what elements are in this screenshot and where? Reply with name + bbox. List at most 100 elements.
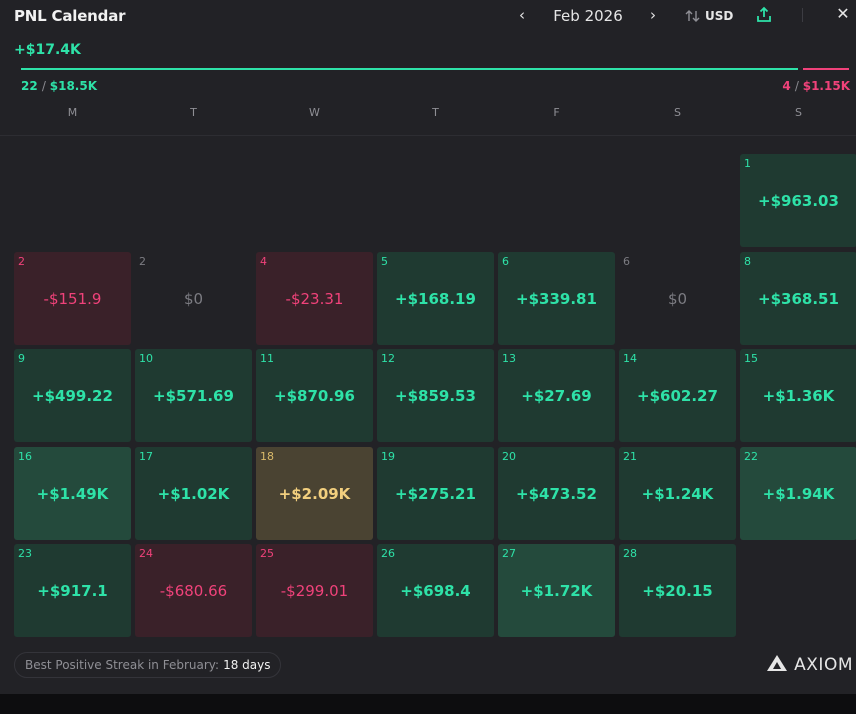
share-upload-icon[interactable] (754, 5, 774, 25)
day-cell[interactable]: 28 +$20.15 (619, 544, 736, 637)
day-cell[interactable]: 24 -$680.66 (135, 544, 252, 637)
positive-days-count: 22 (21, 79, 38, 93)
day-cell[interactable]: 19 +$275.21 (377, 447, 494, 540)
day-number: 23 (18, 547, 32, 560)
day-pnl-value: -$23.31 (285, 290, 344, 308)
weekday-label: W (309, 106, 320, 119)
weekday-label: M (67, 106, 78, 119)
day-pnl-value: $0 (183, 290, 204, 308)
day-number: 26 (381, 547, 395, 560)
header-separator (0, 135, 856, 136)
day-cell[interactable]: 13 +$27.69 (498, 349, 615, 442)
day-cell[interactable]: 15 +$1.36K (740, 349, 856, 442)
day-number: 27 (502, 547, 516, 560)
negative-days-count: 4 (782, 79, 791, 93)
day-pnl-value: +$698.4 (400, 582, 471, 600)
day-number: 16 (18, 450, 32, 463)
day-cell[interactable]: 17 +$1.02K (135, 447, 252, 540)
day-cell[interactable]: 1 +$963.03 (740, 154, 856, 247)
day-number: 13 (502, 352, 516, 365)
month-label: Feb 2026 (553, 7, 623, 25)
positive-days-stats: 22 / $18.5K (21, 79, 98, 93)
day-pnl-value: +$339.81 (516, 290, 597, 308)
day-number: 5 (381, 255, 388, 268)
day-cell[interactable]: 25 -$299.01 (256, 544, 373, 637)
negative-days-amount: $1.15K (802, 79, 850, 93)
day-pnl-value: +$499.22 (32, 387, 113, 405)
weekday-label: T (190, 106, 197, 119)
day-pnl-value: -$299.01 (280, 582, 349, 600)
day-number: 2 (18, 255, 25, 268)
day-cell[interactable]: 10 +$571.69 (135, 349, 252, 442)
day-cell[interactable]: 12 +$859.53 (377, 349, 494, 442)
day-number: 10 (139, 352, 153, 365)
day-cell[interactable]: 27 +$1.72K (498, 544, 615, 637)
day-pnl-value: +$20.15 (642, 582, 713, 600)
streak-value: 18 days (223, 658, 271, 672)
close-icon[interactable]: ✕ (834, 4, 852, 26)
day-number: 19 (381, 450, 395, 463)
weekday-label: T (432, 106, 439, 119)
negative-days-stats: 4 / $1.15K (782, 79, 850, 93)
day-pnl-value: +$1.49K (36, 485, 109, 503)
day-pnl-value: +$1.72K (520, 582, 593, 600)
day-pnl-value: +$368.51 (758, 290, 839, 308)
day-number: 22 (744, 450, 758, 463)
day-number: 4 (260, 255, 267, 268)
day-cell[interactable]: 21 +$1.24K (619, 447, 736, 540)
weekday-label: F (553, 106, 560, 119)
chevron-right-icon[interactable]: › (644, 6, 662, 26)
best-streak-badge: Best Positive Streak in February: 18 day… (14, 652, 282, 678)
day-number: 8 (744, 255, 751, 268)
day-cell[interactable]: 11 +$870.96 (256, 349, 373, 442)
day-cell[interactable]: 9 +$499.22 (14, 349, 131, 442)
day-number: 25 (260, 547, 274, 560)
day-number: 14 (623, 352, 637, 365)
day-cell[interactable]: 14 +$602.27 (619, 349, 736, 442)
day-number: 9 (18, 352, 25, 365)
day-number: 20 (502, 450, 516, 463)
day-cell[interactable]: 16 +$1.49K (14, 447, 131, 540)
day-cell[interactable]: 26 +$698.4 (377, 544, 494, 637)
day-number: 17 (139, 450, 153, 463)
day-cell[interactable]: 5 +$168.19 (377, 252, 494, 345)
day-number: 2 (139, 255, 146, 268)
day-number: 15 (744, 352, 758, 365)
day-pnl-value: +$571.69 (153, 387, 234, 405)
day-cell[interactable]: 2 $0 (135, 252, 252, 345)
day-pnl-value: +$275.21 (395, 485, 476, 503)
day-cell[interactable]: 2 -$151.9 (14, 252, 131, 345)
sort-arrows-icon (684, 8, 702, 24)
day-number: 21 (623, 450, 637, 463)
day-pnl-value: -$680.66 (159, 582, 228, 600)
positive-days-amount: $18.5K (49, 79, 98, 93)
day-cell[interactable]: 4 -$23.31 (256, 252, 373, 345)
day-pnl-value: +$1.02K (157, 485, 230, 503)
day-number: 28 (623, 547, 637, 560)
day-number: 18 (260, 450, 274, 463)
negative-ratio-bar (803, 68, 849, 70)
axiom-brand: AXIOM (766, 653, 853, 677)
day-pnl-value: +$963.03 (758, 192, 839, 210)
day-cell[interactable]: 20 +$473.52 (498, 447, 615, 540)
day-cell[interactable]: 22 +$1.94K (740, 447, 856, 540)
day-cell[interactable]: 8 +$368.51 (740, 252, 856, 345)
day-pnl-value: $0 (667, 290, 688, 308)
day-cell[interactable]: 23 +$917.1 (14, 544, 131, 637)
axiom-logo-icon (766, 654, 788, 676)
day-cell[interactable]: 6 +$339.81 (498, 252, 615, 345)
day-cell[interactable]: 6 $0 (619, 252, 736, 345)
day-pnl-value: +$473.52 (516, 485, 597, 503)
day-pnl-value: +$917.1 (37, 582, 108, 600)
brand-name: AXIOM (794, 655, 853, 675)
currency-toggle-button[interactable]: USD (684, 6, 733, 26)
day-cell[interactable]: 18 +$2.09K (256, 447, 373, 540)
chevron-left-icon[interactable]: ‹ (513, 6, 531, 26)
day-number: 12 (381, 352, 395, 365)
day-number: 6 (623, 255, 630, 268)
day-pnl-value: -$151.9 (43, 290, 102, 308)
day-pnl-value: +$1.36K (762, 387, 835, 405)
day-pnl-value: +$168.19 (395, 290, 476, 308)
total-pnl: +$17.4K (14, 42, 81, 58)
streak-label: Best Positive Streak in February: (25, 658, 220, 672)
